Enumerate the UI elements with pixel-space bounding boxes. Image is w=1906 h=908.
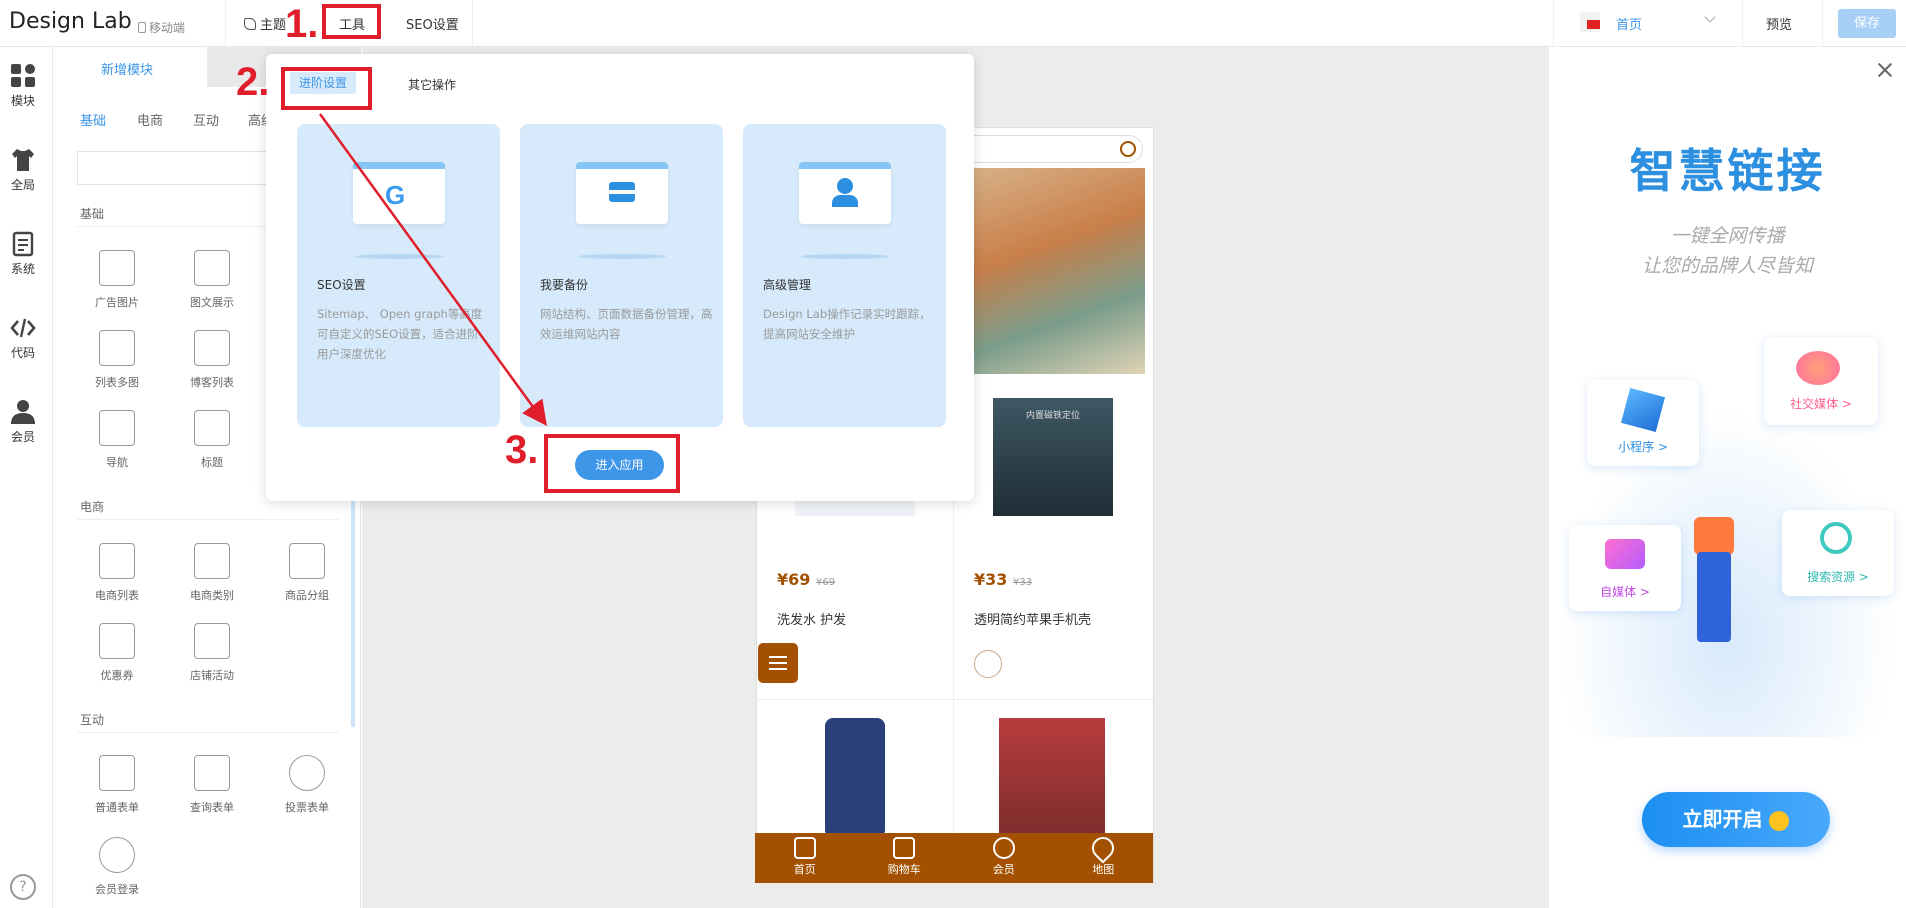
arrow-annotation	[318, 113, 547, 427]
